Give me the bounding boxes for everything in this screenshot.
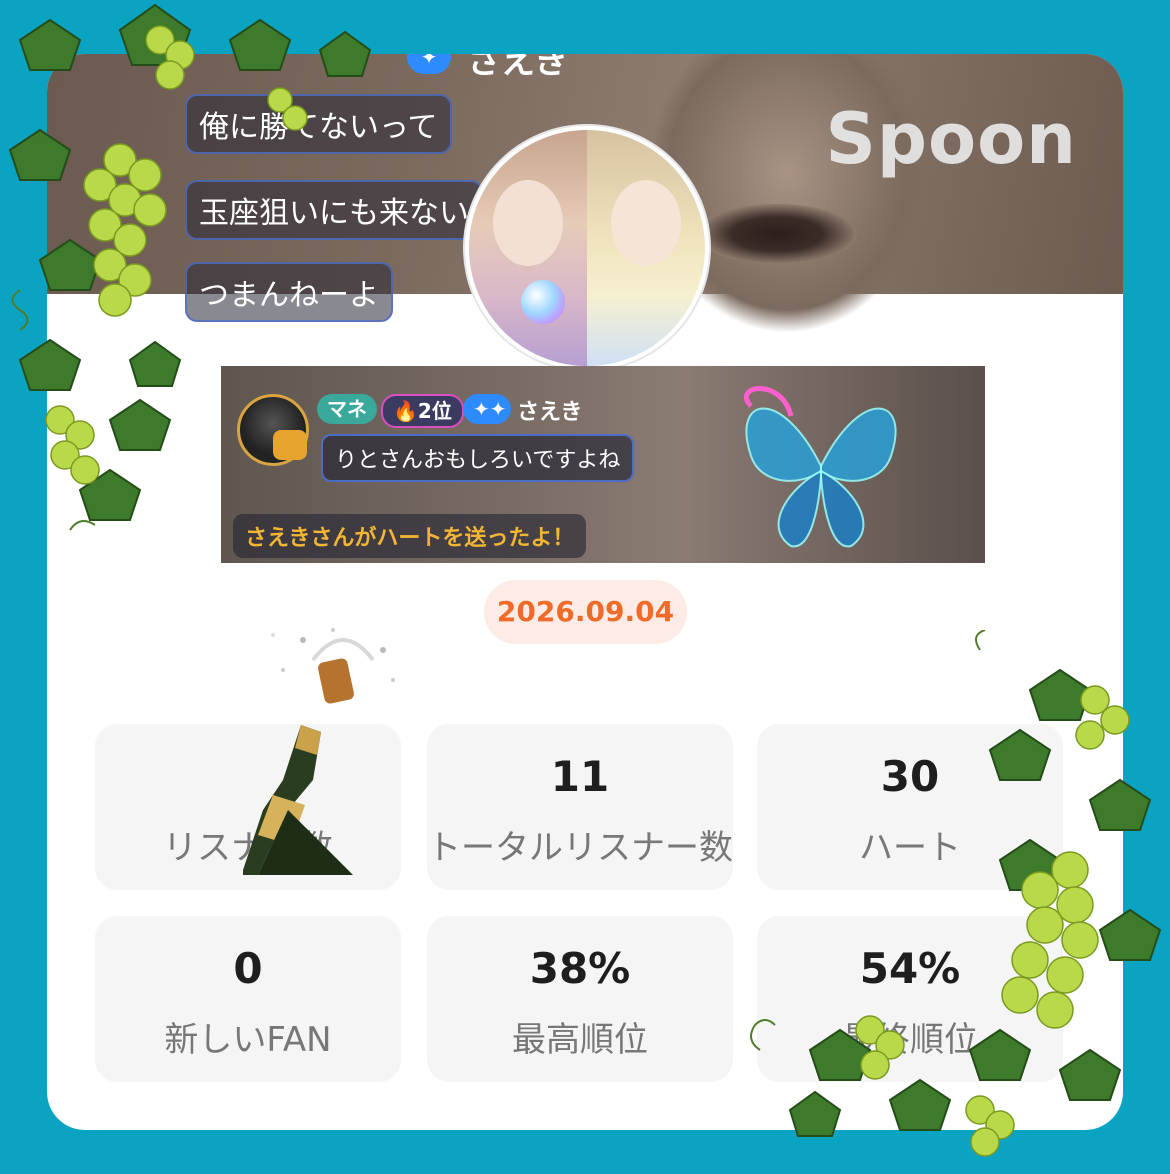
stat-value: 11 xyxy=(550,752,610,801)
stat-card-new-fans: 0 新しいFAN xyxy=(95,916,401,1082)
champagne-bottle-icon xyxy=(243,628,395,875)
stat-card-final-rank: 54% 最終順位 xyxy=(757,916,1063,1082)
stat-label: 最高順位 xyxy=(512,1020,648,1060)
banner-chat-line: 俺に勝てないって xyxy=(185,94,452,154)
rank-tag: 🔥2位 xyxy=(381,394,464,428)
stat-card-total-listeners: 11 トータルリスナー数 xyxy=(427,724,733,890)
broadcast-date: 2026.09.04 xyxy=(484,580,687,644)
avatar-face-left xyxy=(493,180,563,266)
banner-eye-art xyxy=(697,204,857,264)
stat-card-best-rank: 38% 最高順位 xyxy=(427,916,733,1082)
comment-message: りとさんおもしろいですよね xyxy=(321,434,635,482)
stat-value: 38% xyxy=(529,944,631,993)
comment-screenshot: マネ 🔥2位 ✦✦ さえき りとさんおもしろいですよね さえきさんがハートを送っ… xyxy=(221,366,985,563)
avatar-face-right xyxy=(611,180,681,266)
sparkle-badge-icon: ✦ xyxy=(407,54,451,74)
manager-tag: マネ xyxy=(317,394,377,424)
gold-badge-icon xyxy=(273,430,307,460)
heart-event-message: さえきさんがハートを送ったよ！ xyxy=(233,514,587,558)
butterfly-icon xyxy=(743,386,897,548)
sparkle-tag-icon: ✦✦ xyxy=(463,394,511,424)
commenter-name: さえき xyxy=(517,400,583,425)
spoon-logo: Spoon xyxy=(825,98,1077,180)
stat-value: 54% xyxy=(859,944,961,993)
bubble-orb-icon xyxy=(521,280,565,324)
stat-label: ハート xyxy=(859,828,961,868)
stat-label: トータルリスナー数 xyxy=(427,828,733,868)
stat-label: 新しいFAN xyxy=(164,1020,332,1060)
stat-value: 30 xyxy=(880,752,940,801)
banner-chat-line: つまんねーよ xyxy=(185,262,393,322)
stat-value: 0 xyxy=(233,944,263,993)
stat-card-hearts: 30 ハート xyxy=(757,724,1063,890)
live-report-card: ✦ さえき 俺に勝てないって 玉座狙いにも来ない つまんねーよ Spoon マネ… xyxy=(47,54,1123,1130)
banner-chat-line: 玉座狙いにも来ない xyxy=(185,180,483,240)
profile-avatar[interactable] xyxy=(465,126,709,370)
stat-label: 最終順位 xyxy=(842,1020,978,1060)
banner-chat-name: さえき xyxy=(467,54,568,82)
